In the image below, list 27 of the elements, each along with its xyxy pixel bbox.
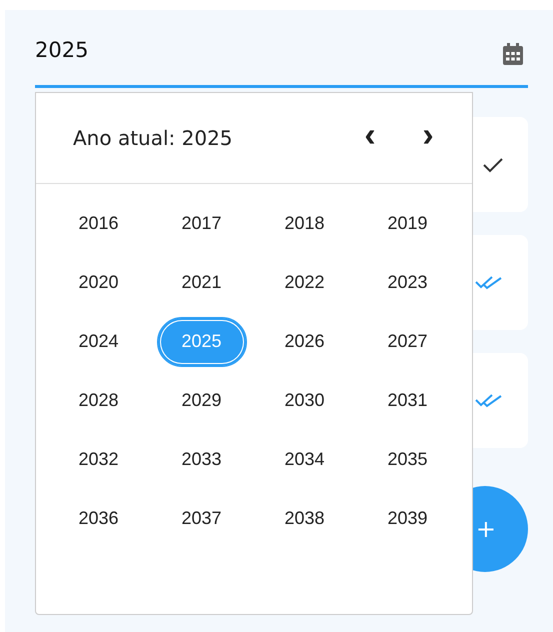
year-option[interactable]: 2035 — [362, 434, 452, 484]
year-option[interactable]: 2021 — [156, 258, 246, 308]
year-option[interactable]: 2018 — [260, 198, 350, 248]
year-option[interactable]: 2020 — [54, 258, 144, 308]
year-option[interactable]: 2030 — [260, 376, 350, 426]
year-option[interactable]: 2038 — [260, 494, 350, 544]
year-option[interactable]: 2037 — [156, 494, 246, 544]
next-button[interactable]: › — [408, 118, 448, 158]
year-option[interactable]: 2019 — [362, 198, 452, 248]
year-field[interactable]: 2025 — [35, 10, 528, 88]
calendar-icon[interactable] — [503, 42, 523, 64]
year-option[interactable]: 2032 — [54, 434, 144, 484]
year-option[interactable]: 2027 — [362, 316, 452, 366]
year-option[interactable]: 2023 — [362, 258, 452, 308]
year-option[interactable]: 2034 — [260, 434, 350, 484]
year-option[interactable]: 2022 — [260, 258, 350, 308]
year-option[interactable]: 2033 — [156, 434, 246, 484]
year-option[interactable]: 2017 — [156, 198, 246, 248]
current-year-title: Ano atual: 2025 — [73, 126, 234, 150]
year-option[interactable]: 2016 — [54, 198, 144, 248]
previous-button[interactable]: ‹ — [350, 118, 390, 158]
year-option[interactable]: 2026 — [260, 316, 350, 366]
year-option[interactable]: 2028 — [54, 376, 144, 426]
year-option[interactable]: 2036 — [54, 494, 144, 544]
year-option[interactable]: 2024 — [54, 316, 144, 366]
year-option[interactable]: 2029 — [156, 376, 246, 426]
year-option[interactable]: 2031 — [362, 376, 452, 426]
